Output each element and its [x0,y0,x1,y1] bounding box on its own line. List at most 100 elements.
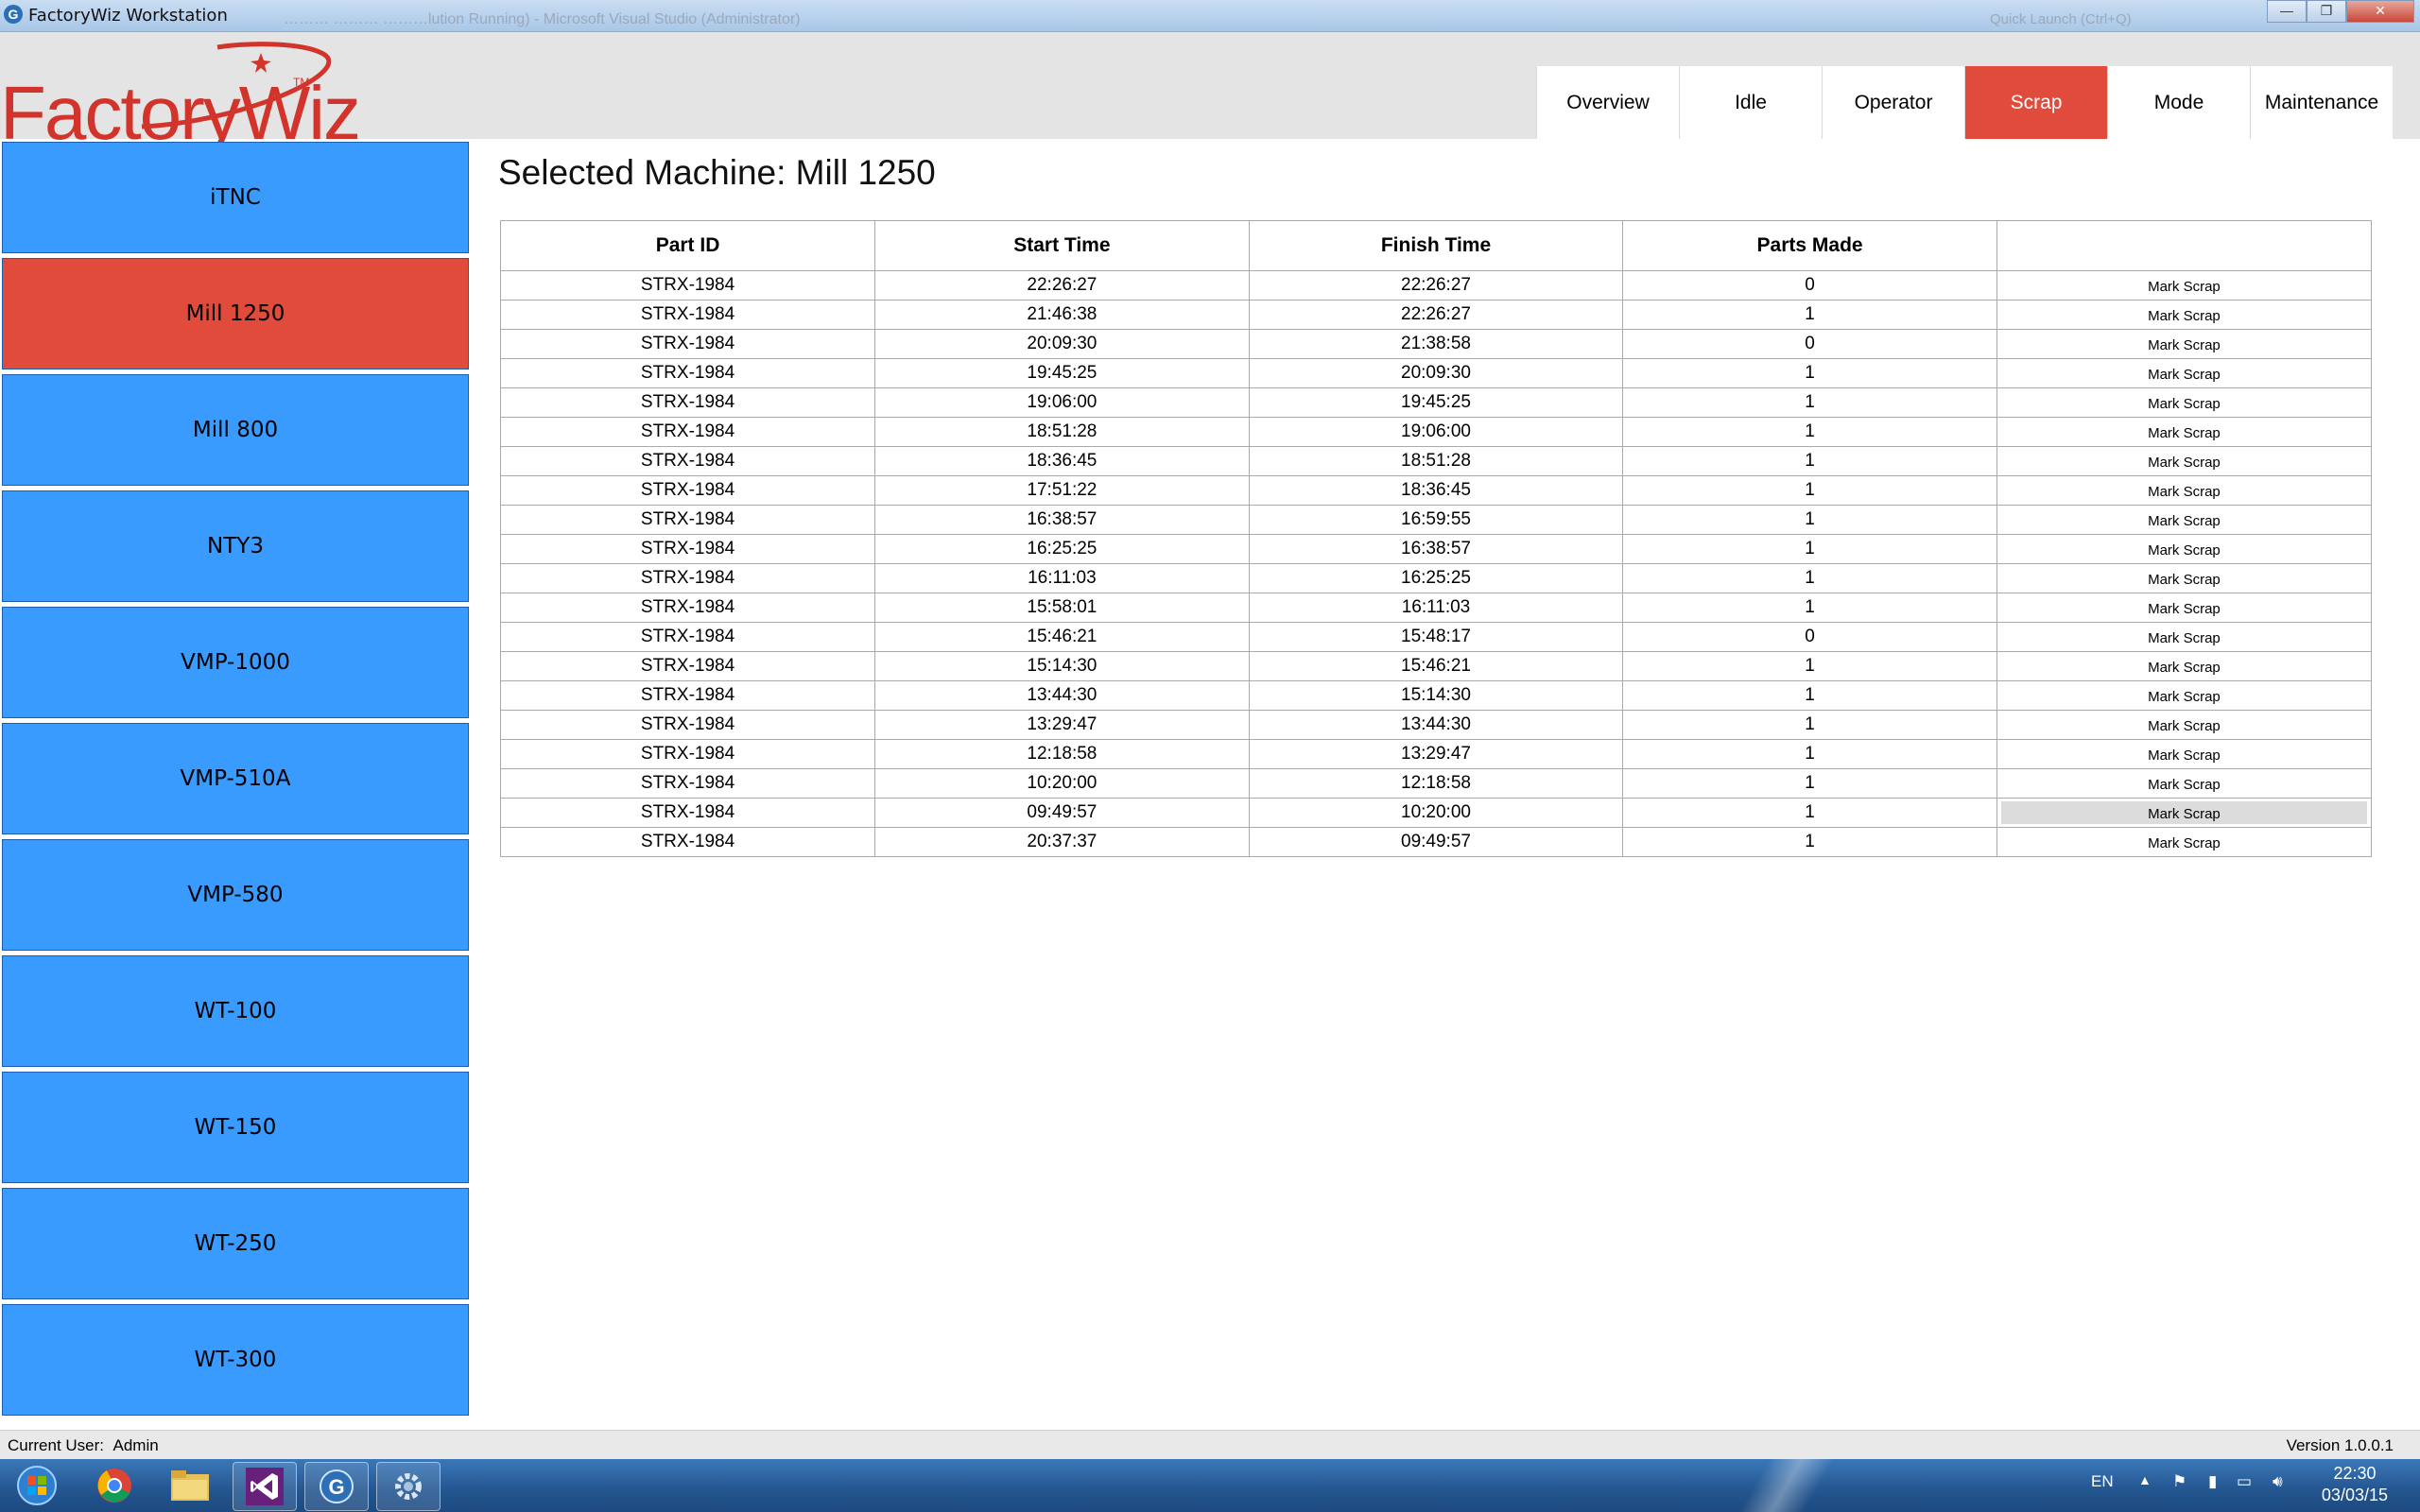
current-user-label: Current User: [8,1436,105,1454]
mark-scrap-button[interactable]: Mark Scrap [2001,655,2367,678]
cell-action: Mark Scrap [1996,387,2371,418]
cell-finish-time: 15:46:21 [1249,651,1624,681]
machine-button-wt-150[interactable]: WT-150 [2,1072,469,1183]
tray-expand-icon[interactable]: ▲ [2138,1472,2152,1487]
column-header-start-time[interactable]: Start Time [874,221,1250,271]
cell-finish-time: 22:26:27 [1249,270,1624,301]
volume-icon[interactable]: 🔊︎ [2273,1472,2283,1491]
mark-scrap-button[interactable]: Mark Scrap [2001,274,2367,297]
table-row: STRX-1984 10:20:00 12:18:58 1 Mark Scrap [501,768,2371,799]
cell-finish-time: 16:11:03 [1249,593,1624,623]
cell-finish-time: 12:18:58 [1249,768,1624,799]
mark-scrap-button[interactable]: Mark Scrap [2001,626,2367,648]
tab-scrap[interactable]: Scrap [1964,66,2107,139]
close-button[interactable]: ✕ [2346,0,2414,23]
cell-part-id: STRX-1984 [501,417,876,447]
factorywiz-icon[interactable]: G [304,1462,369,1511]
mark-scrap-button[interactable]: Mark Scrap [2001,713,2367,736]
mark-scrap-button[interactable]: Mark Scrap [2001,567,2367,590]
network-icon[interactable]: ▭ [2237,1472,2252,1491]
mark-scrap-button[interactable]: Mark Scrap [2001,596,2367,619]
mark-scrap-button[interactable]: Mark Scrap [2001,684,2367,707]
table-row: STRX-1984 15:58:01 16:11:03 1 Mark Scrap [501,593,2371,623]
cell-start-time: 09:49:57 [874,798,1250,828]
mark-scrap-button[interactable]: Mark Scrap [2001,538,2367,560]
battery-icon[interactable]: ▮ [2208,1472,2217,1491]
cell-finish-time: 15:48:17 [1249,622,1624,652]
tab-idle[interactable]: Idle [1679,66,1822,139]
cell-start-time: 16:25:25 [874,534,1250,564]
app-header: FactoryWiz TM Overview Idle Operator Scr… [0,32,2420,155]
cell-action: Mark Scrap [1996,739,2371,769]
tab-operator[interactable]: Operator [1822,66,1964,139]
cell-parts-made: 0 [1622,329,1997,359]
table-row: STRX-1984 15:46:21 15:48:17 0 Mark Scrap [501,622,2371,652]
file-explorer-icon[interactable] [159,1462,221,1509]
maximize-button[interactable]: ❐ [2307,0,2346,23]
machine-button-nty3[interactable]: NTY3 [2,490,469,602]
machine-button-mill-800[interactable]: Mill 800 [2,374,469,486]
mark-scrap-button[interactable]: Mark Scrap [2001,831,2367,853]
tab-maintenance[interactable]: Maintenance [2250,66,2393,139]
factorywiz-logo: FactoryWiz TM [0,32,361,155]
cell-start-time: 15:58:01 [874,593,1250,623]
table-row: STRX-1984 09:49:57 10:20:00 1 Mark Scrap [501,798,2371,828]
system-clock[interactable]: 22:30 03/03/15 [2322,1463,2388,1506]
mark-scrap-button[interactable]: Mark Scrap [2001,362,2367,385]
cell-part-id: STRX-1984 [501,798,876,828]
mark-scrap-button[interactable]: Mark Scrap [2001,391,2367,414]
cell-part-id: STRX-1984 [501,768,876,799]
app-icon: G [4,5,23,24]
machine-button-wt-300[interactable]: WT-300 [2,1304,469,1416]
machine-button-wt-250[interactable]: WT-250 [2,1188,469,1299]
windows-taskbar: G EN ▲ ⚑ ▮ ▭ 🔊︎ 22:30 03/03/15 [0,1459,2420,1512]
machine-button-itnc[interactable]: iTNC [2,142,469,253]
windows-start-icon[interactable] [4,1462,70,1509]
mark-scrap-button[interactable]: Mark Scrap [2001,303,2367,326]
cell-part-id: STRX-1984 [501,651,876,681]
visual-studio-icon[interactable] [233,1462,297,1511]
mark-scrap-button[interactable]: Mark Scrap [2001,508,2367,531]
machine-button-vmp-580[interactable]: VMP-580 [2,839,469,951]
cell-finish-time: 16:25:25 [1249,563,1624,593]
cell-parts-made: 1 [1622,387,1997,418]
table-row: STRX-1984 16:38:57 16:59:55 1 Mark Scrap [501,505,2371,535]
cell-part-id: STRX-1984 [501,475,876,506]
machine-button-vmp-1000[interactable]: VMP-1000 [2,607,469,718]
cell-action: Mark Scrap [1996,358,2371,388]
cell-parts-made: 1 [1622,710,1997,740]
mark-scrap-button[interactable]: Mark Scrap [2001,333,2367,355]
machine-button-vmp-510a[interactable]: VMP-510A [2,723,469,834]
tab-overview[interactable]: Overview [1536,66,1679,139]
column-header-parts-made[interactable]: Parts Made [1622,221,1997,271]
cell-part-id: STRX-1984 [501,358,876,388]
cell-part-id: STRX-1984 [501,534,876,564]
quick-launch-ghost: Quick Launch (Ctrl+Q) [1990,11,2132,27]
minimize-button[interactable]: — [2267,0,2307,23]
mark-scrap-button[interactable]: Mark Scrap [2001,772,2367,795]
cell-parts-made: 0 [1622,622,1997,652]
table-row: STRX-1984 18:36:45 18:51:28 1 Mark Scrap [501,446,2371,476]
action-center-flag-icon[interactable]: ⚑ [2172,1472,2187,1491]
mark-scrap-button[interactable]: Mark Scrap [2001,421,2367,443]
column-header-finish-time[interactable]: Finish Time [1249,221,1624,271]
version-label: Version 1.0.0.1 [2286,1436,2394,1454]
cell-parts-made: 1 [1622,827,1997,856]
mark-scrap-button[interactable]: Mark Scrap [2001,450,2367,472]
mark-scrap-button[interactable]: Mark Scrap [2001,479,2367,502]
cell-start-time: 13:29:47 [874,710,1250,740]
table-row: STRX-1984 13:44:30 15:14:30 1 Mark Scrap [501,680,2371,711]
mark-scrap-button[interactable]: Mark Scrap [2000,801,2368,824]
cell-parts-made: 1 [1622,300,1997,330]
cell-start-time: 18:51:28 [874,417,1250,447]
chrome-icon[interactable] [83,1462,146,1509]
settings-gear-icon[interactable] [376,1462,441,1511]
language-indicator[interactable]: EN [2091,1472,2114,1491]
cell-part-id: STRX-1984 [501,680,876,711]
column-header-part-id[interactable]: Part ID [501,221,876,271]
tab-mode[interactable]: Mode [2107,66,2250,139]
machine-button-wt-100[interactable]: WT-100 [2,955,469,1067]
cell-action: Mark Scrap [1996,710,2371,740]
machine-button-mill-1250[interactable]: Mill 1250 [2,258,469,369]
mark-scrap-button[interactable]: Mark Scrap [2001,743,2367,765]
